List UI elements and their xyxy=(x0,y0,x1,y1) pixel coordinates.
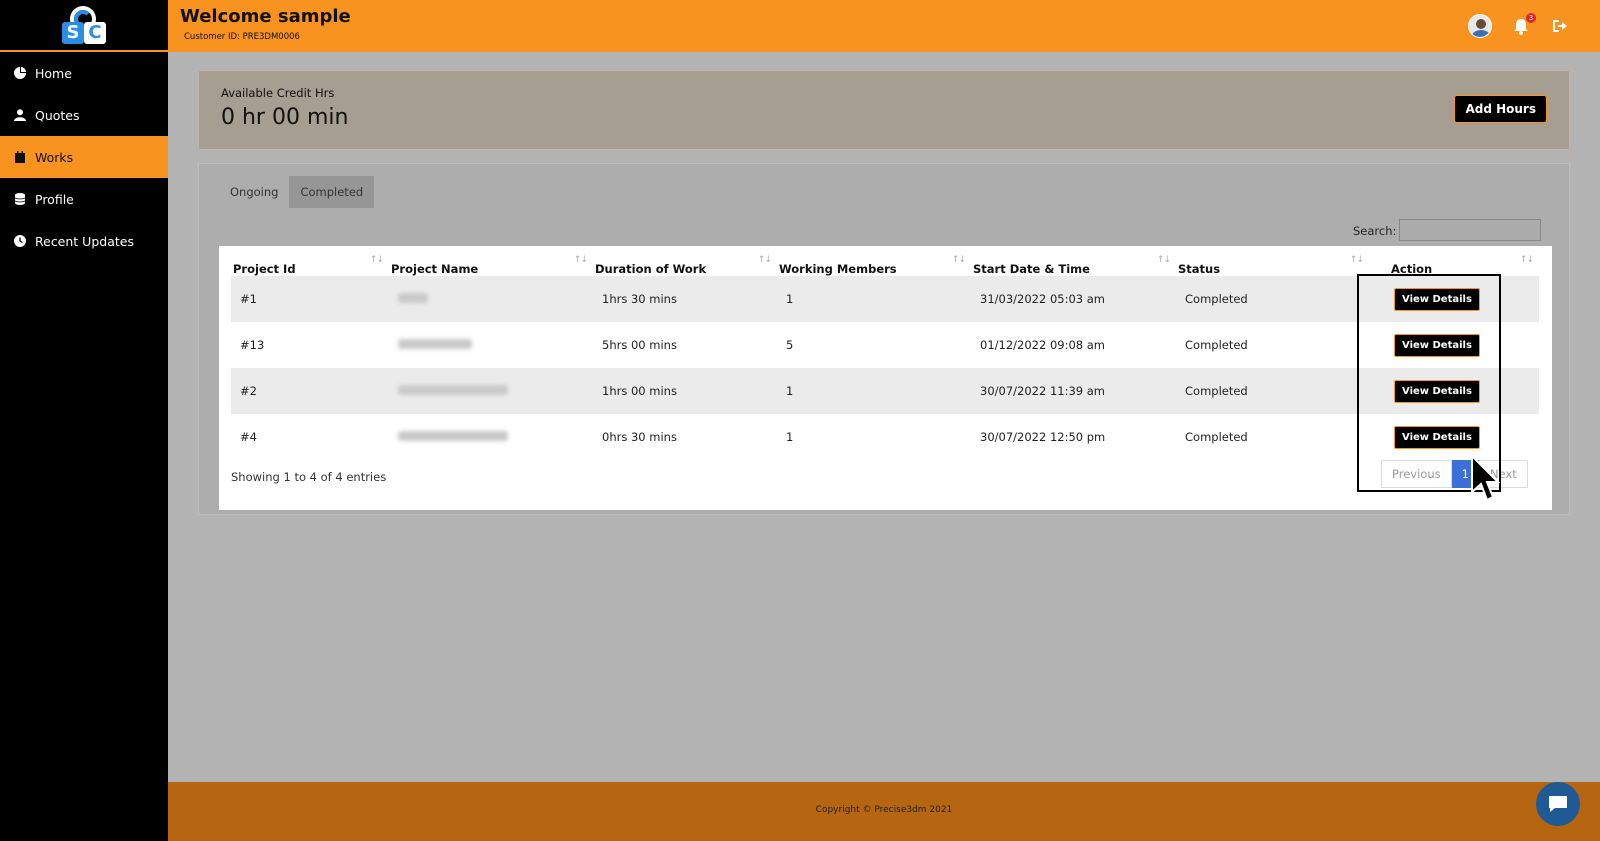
logout-icon[interactable] xyxy=(1550,17,1568,35)
cell-start-date: 30/07/2022 11:39 am xyxy=(971,368,1176,414)
cell-members: 1 xyxy=(777,368,971,414)
sort-icon: ↑↓ xyxy=(1156,255,1171,265)
header-actions: 3 xyxy=(1468,13,1568,38)
works-table: Project Id ↑↓ Project Name ↑↓ Duration of … xyxy=(231,254,1539,460)
clock-icon xyxy=(14,235,26,247)
page-title: Welcome sample xyxy=(180,6,351,27)
table-row: #4 0hrs 30 mins 1 30/07/2022 12:50 pm Co… xyxy=(231,414,1539,460)
notification-badge: 3 xyxy=(1526,13,1536,23)
cell-project-id: #2 xyxy=(231,368,389,414)
notification-bell[interactable]: 3 xyxy=(1512,13,1536,35)
cell-start-date: 31/03/2022 05:03 am xyxy=(971,276,1176,322)
sidebar-item-label: Recent Updates xyxy=(35,233,134,249)
sort-icon: ↑↓ xyxy=(369,255,384,265)
column-header[interactable]: Action ↑↓ xyxy=(1369,254,1539,276)
search-input[interactable] xyxy=(1399,219,1541,241)
cell-project-id: #13 xyxy=(240,338,265,352)
cell-status: Completed xyxy=(1185,338,1248,352)
database-icon xyxy=(14,193,26,205)
cell-start-date: 30/07/2022 12:50 pm xyxy=(980,430,1106,444)
sidebar-item-home[interactable]: Home xyxy=(0,52,168,94)
sidebar-item-label: Quotes xyxy=(35,107,80,123)
calendar-icon xyxy=(14,151,26,163)
cell-members: 1 xyxy=(777,276,971,322)
credit-value: 0 hr 00 min xyxy=(221,105,349,130)
sidebar-nav: Home Quotes Works Profile Recent Updates xyxy=(0,52,168,262)
column-header[interactable]: Project Id ↑↓ xyxy=(231,254,389,276)
customer-id: Customer ID: PRE3DM0006 xyxy=(184,32,300,42)
cell-status: Completed xyxy=(1176,368,1369,414)
sidebar: SC Home Quotes Works Profile Recent Upda… xyxy=(0,0,168,841)
mouse-cursor-icon xyxy=(1471,454,1500,502)
cell-project-name xyxy=(389,414,593,460)
cell-duration: 1hrs 00 mins xyxy=(593,368,777,414)
entries-info: Showing 1 to 4 of 4 entries xyxy=(231,470,387,484)
sidebar-item-profile[interactable]: Profile xyxy=(0,178,168,220)
top-header: Welcome sample Customer ID: PRE3DM0006 3 xyxy=(168,0,1600,52)
tab-ongoing[interactable]: Ongoing xyxy=(219,176,289,208)
sidebar-item-works[interactable]: Works xyxy=(0,136,168,178)
cell-duration: 1hrs 30 mins xyxy=(593,276,777,322)
logo-area: SC xyxy=(0,0,168,52)
cell-duration: 5hrs 00 mins xyxy=(602,338,677,352)
sort-icon: ↑↓ xyxy=(573,255,588,265)
table-row: #13 5hrs 00 mins 5 01/12/2022 09:08 am C… xyxy=(231,322,1539,368)
sidebar-item-label: Home xyxy=(35,65,72,81)
works-tabs: Ongoing Completed xyxy=(219,176,375,208)
column-header[interactable]: Start Date & Time ↑↓ xyxy=(971,254,1176,276)
sort-icon: ↑↓ xyxy=(757,255,772,265)
credit-card: Available Credit Hrs 0 hr 00 min Add Hou… xyxy=(198,70,1570,150)
cell-project-id: #1 xyxy=(231,276,389,322)
column-header[interactable]: Duration of Work ↑↓ xyxy=(593,254,777,276)
sidebar-item-label: Profile xyxy=(35,191,74,207)
cell-members: 1 xyxy=(786,430,794,444)
search-label: Search: xyxy=(1353,224,1397,238)
cell-members: 5 xyxy=(786,338,794,352)
sort-icon: ↑↓ xyxy=(951,255,966,265)
user-icon xyxy=(14,109,26,121)
logo[interactable]: SC xyxy=(60,4,108,46)
table-card: Project Id ↑↓ Project Name ↑↓ Duration of … xyxy=(219,246,1552,510)
sort-icon: ↑↓ xyxy=(1349,255,1364,265)
cell-duration: 0hrs 30 mins xyxy=(602,430,677,444)
copyright-text: Copyright © Precise3dm 2021 xyxy=(815,805,953,815)
column-header[interactable]: Project Name ↑↓ xyxy=(389,254,593,276)
cell-status: Completed xyxy=(1176,276,1369,322)
cell-project-name xyxy=(389,322,593,368)
sort-icon: ↑↓ xyxy=(1519,255,1534,265)
table-header-row: Project Id ↑↓ Project Name ↑↓ Duration of … xyxy=(231,254,1539,276)
sidebar-item-quotes[interactable]: Quotes xyxy=(0,94,168,136)
avatar[interactable] xyxy=(1468,14,1492,38)
cell-project-name xyxy=(389,276,593,322)
column-header[interactable]: Status ↑↓ xyxy=(1176,254,1369,276)
pie-chart-icon xyxy=(14,67,26,79)
cell-project-name xyxy=(389,368,593,414)
table-row: #1 1hrs 30 mins 1 31/03/2022 05:03 am Co… xyxy=(231,276,1539,322)
tab-completed[interactable]: Completed xyxy=(289,176,375,208)
chat-button[interactable] xyxy=(1536,782,1580,826)
sidebar-item-recent-updates[interactable]: Recent Updates xyxy=(0,220,168,262)
chat-icon xyxy=(1549,796,1567,812)
footer: Copyright © Precise3dm 2021 xyxy=(168,782,1600,841)
column-header[interactable]: Working Members ↑↓ xyxy=(777,254,971,276)
add-hours-button[interactable]: Add Hours xyxy=(1454,95,1547,123)
works-panel: Ongoing Completed Search: Project Id ↑↓ P… xyxy=(198,163,1570,515)
sidebar-item-label: Works xyxy=(35,149,74,165)
cell-status: Completed xyxy=(1185,430,1248,444)
cell-start-date: 01/12/2022 09:08 am xyxy=(980,338,1105,352)
table-row: #2 1hrs 00 mins 1 30/07/2022 11:39 am Co… xyxy=(231,368,1539,414)
cell-project-id: #4 xyxy=(240,430,257,444)
credit-label: Available Credit Hrs xyxy=(221,86,335,100)
